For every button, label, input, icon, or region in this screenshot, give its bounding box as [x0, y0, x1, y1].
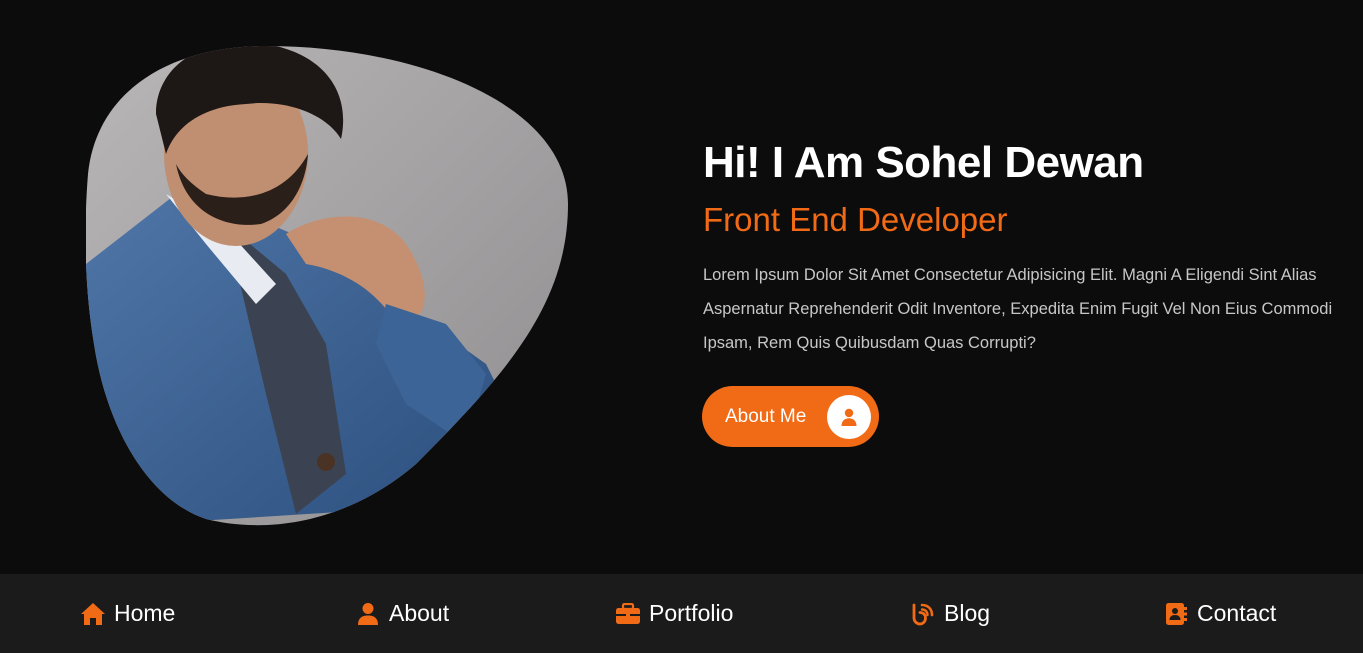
user-icon	[827, 395, 871, 439]
address-book-icon	[1163, 601, 1189, 627]
nav-item-label: Home	[114, 600, 176, 626]
page-title: Hi! I Am Sohel Dewan	[703, 138, 1144, 187]
about-me-button-label: About Me	[725, 406, 807, 427]
about-me-button[interactable]: About Me	[702, 386, 879, 447]
nav-item-label: Portfolio	[649, 600, 734, 626]
nav-item-label: Contact	[1197, 600, 1277, 626]
user-icon	[355, 601, 381, 627]
profile-photo	[86, 46, 569, 526]
nav-item-portfolio[interactable]: Portfolio	[615, 574, 733, 653]
nav-item-label: Blog	[944, 600, 991, 626]
bio-text: Lorem Ipsum Dolor Sit Amet Consectetur A…	[703, 266, 1333, 352]
nav-item-label: About	[389, 600, 450, 626]
hero-section: Hi! I Am Sohel Dewan Front End Developer…	[0, 0, 1363, 574]
blog-icon	[910, 601, 936, 627]
bottom-navigation: Home About Portfolio Blog Contact	[0, 574, 1363, 653]
briefcase-icon	[615, 601, 641, 627]
intro-block: Hi! I Am Sohel Dewan Front End Developer…	[703, 136, 1363, 360]
home-icon	[80, 601, 106, 627]
job-title: Front End Developer	[703, 201, 1008, 238]
nav-item-home[interactable]: Home	[80, 574, 175, 653]
nav-item-blog[interactable]: Blog	[910, 574, 990, 653]
nav-item-about[interactable]: About	[355, 574, 449, 653]
nav-item-contact[interactable]: Contact	[1163, 574, 1276, 653]
